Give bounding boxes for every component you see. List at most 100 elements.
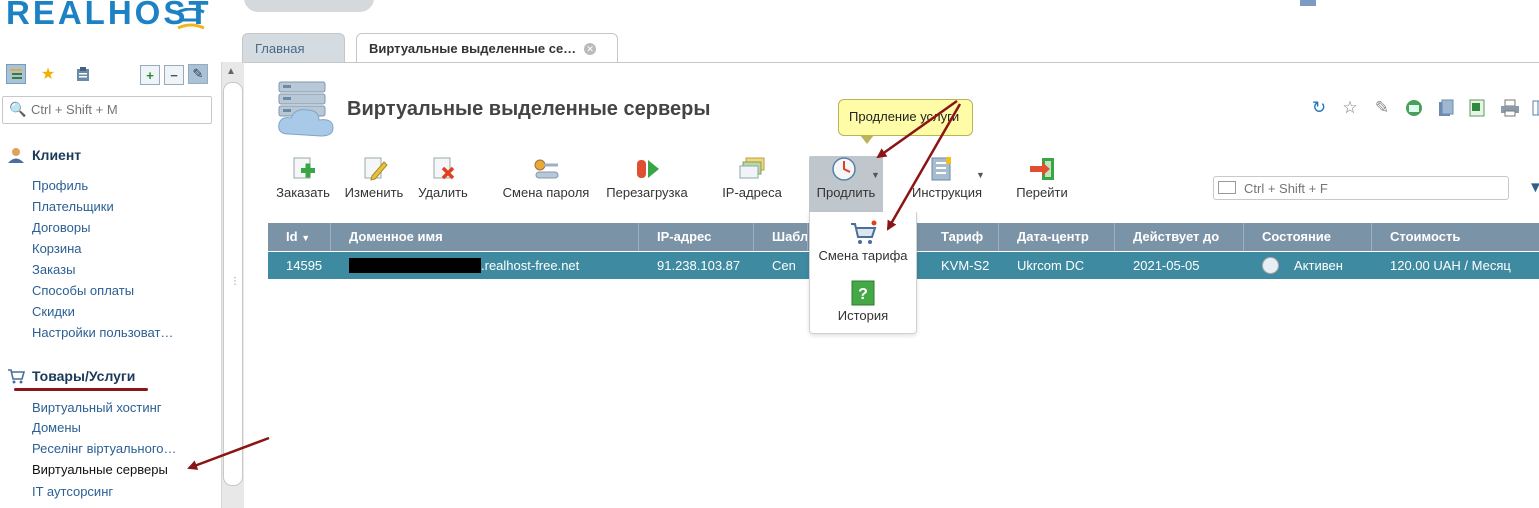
logo-mark-icon — [177, 8, 205, 30]
chevron-down-icon[interactable]: ▼ — [871, 170, 880, 180]
print-icon[interactable] — [1500, 98, 1520, 118]
goto-button[interactable]: Перейти — [1010, 156, 1074, 212]
sidebar-item-cart[interactable]: Корзина — [32, 241, 82, 256]
order-label: Заказать — [276, 185, 330, 200]
edit-button[interactable]: Изменить — [342, 156, 406, 212]
excel-icon[interactable] — [1467, 98, 1487, 118]
menu-item-history[interactable]: ? История — [810, 280, 916, 323]
column-header-price[interactable]: Стоимость — [1372, 223, 1539, 251]
reboot-label: Перезагрузка — [606, 185, 688, 200]
status-active-icon — [1262, 257, 1279, 274]
tab-home-label: Главная — [255, 41, 305, 56]
cell-valid-until: 2021-05-05 — [1133, 258, 1200, 273]
reboot-button[interactable]: Перезагрузка — [602, 156, 692, 212]
sidebar-item-it-outsourcing[interactable]: IT аутсорсинг — [32, 484, 113, 499]
vnc-icon[interactable] — [1404, 98, 1424, 118]
sidebar-item-orders[interactable]: Заказы — [32, 262, 75, 277]
edit-icon — [364, 157, 388, 181]
column-header-ip[interactable]: IP-адрес — [639, 223, 754, 251]
copy-icon[interactable] — [1436, 98, 1456, 118]
sidebar-item-virtual-hosting[interactable]: Виртуальный хостинг — [32, 400, 162, 415]
account-icon[interactable] — [1300, 0, 1316, 6]
splitter-handle[interactable]: ⋮ — [230, 276, 240, 287]
page-title: Виртуальные выделенные серверы — [347, 98, 711, 120]
annotation-underline — [14, 388, 148, 391]
tab-virtual-servers[interactable]: Виртуальные выделенные се… ✕ — [356, 33, 618, 63]
goto-label: Перейти — [1016, 185, 1068, 200]
prolong-clock-icon — [832, 157, 856, 181]
pin-icon[interactable]: ✎ — [188, 64, 208, 84]
grid-search-input[interactable] — [1242, 180, 1501, 197]
edit-label: Изменить — [344, 185, 404, 200]
sidebar-item-domains[interactable]: Домены — [32, 420, 81, 435]
prolong-dropdown-menu: Смена тарифа ? История — [809, 212, 917, 334]
sidebar-item-payment-methods[interactable]: Способы оплаты — [32, 283, 134, 298]
change-password-button[interactable]: Смена пароля — [498, 156, 594, 212]
sidebar-search[interactable]: 🔍 — [2, 96, 212, 124]
sidebar-search-input[interactable] — [29, 101, 208, 118]
delete-label: Удалить — [418, 185, 468, 200]
columns-icon[interactable] — [1528, 98, 1539, 118]
window-controls — [244, 0, 374, 12]
tree-icon[interactable] — [6, 64, 26, 84]
column-header-template[interactable]: Шаблон — [754, 223, 808, 251]
filter-icon[interactable]: ▼ — [1528, 179, 1539, 196]
sidebar-item-user-settings[interactable]: Настройки пользоват… — [32, 325, 173, 340]
column-header-domain[interactable]: Доменное имя — [331, 223, 639, 251]
cart-icon — [851, 220, 877, 244]
tooltip-tail — [860, 135, 874, 144]
search-icon: 🔍 — [9, 101, 27, 117]
sidebar-item-discounts[interactable]: Скидки — [32, 304, 75, 319]
collapse-icon[interactable]: − — [164, 65, 184, 85]
reboot-icon — [637, 160, 659, 178]
menu-item-change-tariff[interactable]: Смена тарифа — [810, 220, 916, 263]
cell-status-text: Активен — [1294, 258, 1343, 273]
close-icon[interactable]: ✕ — [584, 42, 597, 55]
prolong-label: Продлить — [816, 185, 876, 200]
tab-divider — [244, 62, 1539, 63]
cell-price: 120.00 UAH / Месяц — [1390, 258, 1511, 273]
sidebar-item-virtual-servers[interactable]: Виртуальные серверы — [32, 462, 168, 477]
user-icon — [7, 146, 25, 164]
instruction-button[interactable]: ▼ Инструкция — [904, 156, 990, 212]
star-icon[interactable]: ★ — [38, 64, 58, 84]
help-icon: ? — [851, 280, 875, 306]
cell-template: Cen — [772, 258, 796, 273]
cell-status: Активен — [1244, 252, 1372, 279]
order-icon — [293, 157, 315, 179]
scroll-up-icon[interactable]: ▲ — [226, 66, 236, 77]
section-title-goods-services[interactable]: Товары/Услуги — [32, 368, 135, 384]
cell-ip: 91.238.103.87 — [657, 258, 741, 273]
tooltip-prolong: Продление услуги — [838, 99, 973, 136]
sidebar-item-payers[interactable]: Плательщики — [32, 199, 114, 214]
sidebar-item-profile[interactable]: Профиль — [32, 178, 88, 193]
change-password-label: Смена пароля — [502, 185, 590, 200]
chevron-down-icon[interactable]: ▼ — [976, 170, 985, 180]
star-icon[interactable]: ☆ — [1340, 98, 1360, 118]
delete-button[interactable]: Удалить — [414, 156, 472, 212]
ip-addresses-icon — [739, 157, 765, 179]
ip-addresses-button[interactable]: IP-адреса — [718, 156, 786, 212]
cell-id: 14595 — [286, 258, 323, 273]
column-header-status[interactable]: Состояние — [1244, 223, 1372, 251]
column-header-valid-until[interactable]: Действует до — [1115, 223, 1244, 251]
column-header-tariff[interactable]: Тариф — [923, 223, 999, 251]
sidebar-item-reseller[interactable]: Реселінг віртуального… — [32, 441, 177, 456]
key-icon — [534, 159, 559, 179]
prolong-button[interactable]: ▼ Продлить — [809, 156, 883, 212]
table-search-icon — [1218, 181, 1236, 194]
refresh-icon[interactable]: ↻ — [1309, 98, 1329, 118]
tab-home[interactable]: Главная — [242, 33, 345, 63]
expand-icon[interactable]: + — [140, 65, 160, 85]
column-header-id[interactable]: Id ▼ — [268, 223, 331, 251]
instruction-icon — [931, 157, 951, 181]
order-button[interactable]: Заказать — [272, 156, 334, 212]
svg-text:?: ? — [858, 286, 868, 303]
ip-addresses-label: IP-адреса — [722, 185, 782, 200]
clipboard-icon[interactable] — [73, 64, 93, 84]
grid-search[interactable] — [1213, 176, 1509, 200]
sidebar-item-contracts[interactable]: Договоры — [32, 220, 90, 235]
section-title-client[interactable]: Клиент — [32, 147, 81, 163]
column-header-datacenter[interactable]: Дата-центр — [999, 223, 1115, 251]
pin-icon[interactable]: ✎ — [1372, 98, 1392, 118]
